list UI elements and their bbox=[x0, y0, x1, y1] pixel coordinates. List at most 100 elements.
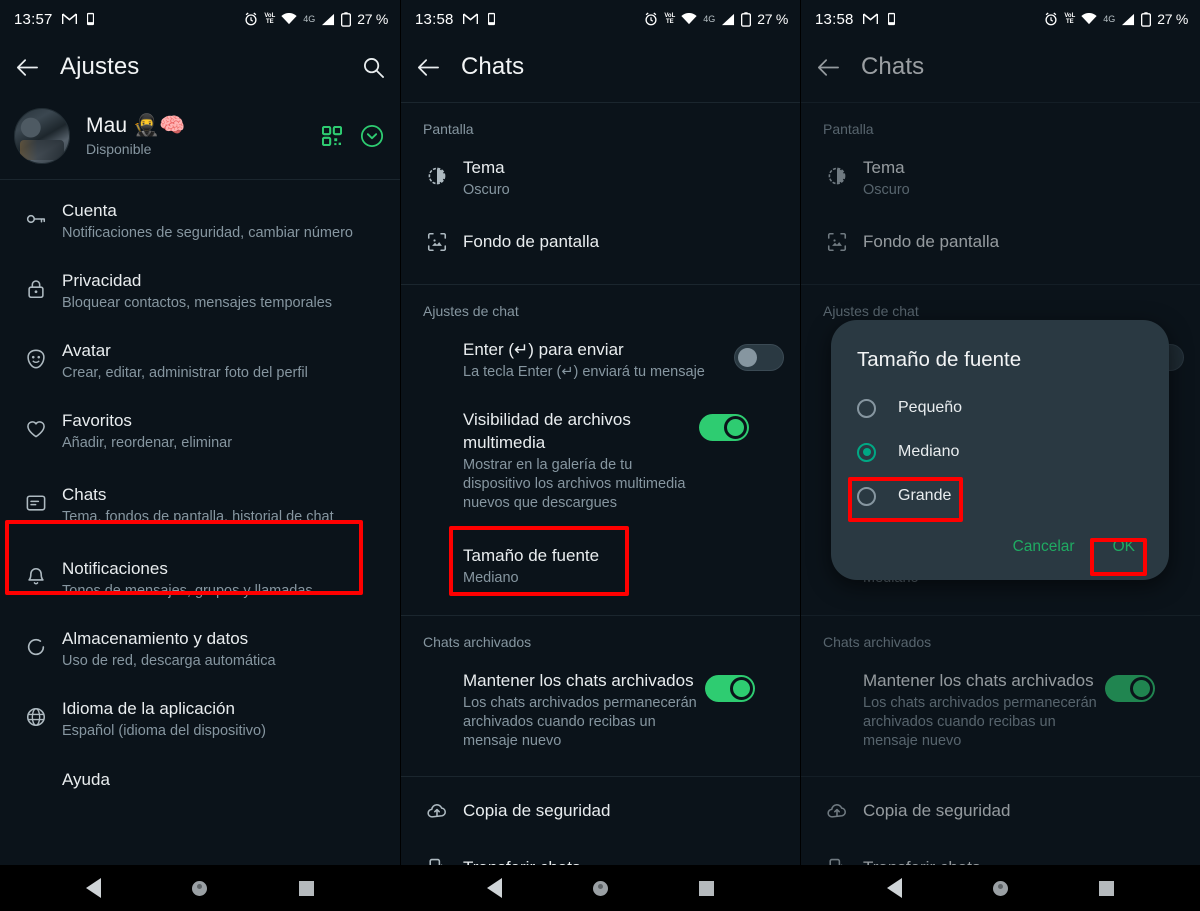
wifi-icon bbox=[1081, 13, 1097, 25]
status-bar-panel2: 13:58 VoL TE 4G 27 % bbox=[401, 0, 800, 38]
globe-icon bbox=[14, 697, 58, 728]
back-arrow-icon[interactable] bbox=[417, 58, 439, 77]
battery-percent: 27 % bbox=[757, 11, 788, 27]
home-nav-button[interactable] bbox=[992, 880, 1008, 896]
item-subtitle: Notificaciones de seguridad, cambiar núm… bbox=[62, 225, 353, 241]
item-title: Notificaciones bbox=[62, 559, 168, 578]
item-title: Chats bbox=[62, 485, 107, 504]
item-subtitle: Mediano bbox=[463, 570, 519, 586]
back-nav-button[interactable] bbox=[486, 878, 502, 898]
item-subtitle: Español (idioma del dispositivo) bbox=[62, 723, 266, 739]
section-header-pantalla: Pantalla bbox=[423, 121, 474, 137]
vibrate-icon bbox=[485, 12, 498, 26]
chats-item-tema[interactable]: Tema Oscuro bbox=[801, 143, 1200, 213]
back-arrow-icon[interactable] bbox=[817, 58, 839, 77]
chevron-down-circle-icon[interactable] bbox=[360, 124, 384, 148]
settings-item-almacenamiento[interactable]: Almacenamiento y datos Uso de red, desca… bbox=[0, 614, 400, 684]
gmail-icon bbox=[462, 13, 478, 25]
chats-item-tema[interactable]: Tema Oscuro bbox=[401, 143, 800, 213]
key-icon bbox=[14, 199, 58, 230]
settings-item-privacidad[interactable]: Privacidad Bloquear contactos, mensajes … bbox=[0, 256, 400, 326]
panel-chats-dialog: 13:58 VoL TE 4G 27 % Chats Pantalla Tema… bbox=[800, 0, 1200, 911]
android-navbar bbox=[401, 865, 800, 911]
chats-item-fondo[interactable]: Fondo de pantalla bbox=[401, 213, 800, 270]
recents-nav-button[interactable] bbox=[299, 880, 315, 896]
item-subtitle: Los chats archivados permanecerán archiv… bbox=[863, 695, 1097, 749]
wifi-icon bbox=[281, 13, 297, 25]
search-icon[interactable] bbox=[363, 57, 384, 78]
settings-item-notificaciones[interactable]: Notificaciones Tonos de mensajes, grupos… bbox=[0, 544, 400, 614]
volte-icon: VoL TE bbox=[664, 13, 676, 25]
theme-icon bbox=[415, 156, 459, 187]
three-panel-screenshot: 13:57 VoL TE 4G 27 % Ajustes Mau 🥷🧠 Disp… bbox=[0, 0, 1200, 911]
settings-item-cuenta[interactable]: Cuenta Notificaciones de seguridad, camb… bbox=[0, 186, 400, 256]
status-bar-panel3: 13:58 VoL TE 4G 27 % bbox=[801, 0, 1200, 38]
section-header-ajustes-chat: Ajustes de chat bbox=[423, 303, 519, 319]
item-title: Tamaño de fuente bbox=[463, 546, 600, 565]
media-visibility-toggle[interactable] bbox=[699, 408, 749, 446]
item-subtitle: Oscuro bbox=[463, 182, 510, 198]
appbar-chats: Chats bbox=[401, 38, 800, 96]
keep-archived-toggle[interactable] bbox=[705, 669, 755, 707]
item-subtitle: Tonos de mensajes, grupos y llamadas bbox=[62, 583, 313, 599]
settings-item-idioma[interactable]: Idioma de la aplicación Español (idioma … bbox=[0, 684, 400, 754]
item-title: Copia de seguridad bbox=[863, 801, 1011, 820]
item-title: Fondo de pantalla bbox=[863, 232, 1000, 251]
chats-item-mantener-archivados[interactable]: Mantener los chats archivados Los chats … bbox=[801, 656, 1200, 764]
gmail-icon bbox=[862, 13, 878, 25]
item-title: Idioma de la aplicación bbox=[62, 699, 235, 718]
back-nav-button[interactable] bbox=[886, 878, 902, 898]
item-title: Mantener los chats archivados bbox=[863, 671, 1094, 690]
chats-item-visibilidad-multimedia[interactable]: Visibilidad de archivos multimedia Mostr… bbox=[401, 395, 800, 526]
item-subtitle: Uso de red, descarga automática bbox=[62, 653, 276, 669]
recents-nav-button[interactable] bbox=[699, 880, 715, 896]
chats-item-enter-enviar[interactable]: Enter (↵) para enviar La tecla Enter (↵)… bbox=[401, 325, 800, 395]
keep-archived-toggle[interactable] bbox=[1105, 669, 1155, 707]
chats-item-copia-seguridad[interactable]: Copia de seguridad bbox=[401, 777, 800, 839]
home-nav-button[interactable] bbox=[592, 880, 608, 896]
ok-button[interactable]: OK bbox=[1101, 532, 1147, 562]
recents-nav-button[interactable] bbox=[1099, 880, 1115, 896]
android-navbar bbox=[0, 865, 400, 911]
settings-item-ayuda[interactable]: Ayuda bbox=[0, 754, 400, 804]
dialog-option-pequeno[interactable]: Pequeño bbox=[831, 386, 1169, 430]
qr-code-icon[interactable] bbox=[322, 125, 342, 146]
radio-selected-icon[interactable] bbox=[857, 442, 876, 462]
status-time: 13:58 bbox=[815, 10, 854, 28]
wifi-icon bbox=[681, 13, 697, 25]
option-label: Pequeño bbox=[898, 399, 963, 416]
back-nav-button[interactable] bbox=[85, 878, 101, 898]
home-nav-button[interactable] bbox=[192, 880, 208, 896]
status-time: 13:58 bbox=[415, 10, 454, 28]
section-header-chats-archivados: Chats archivados bbox=[823, 634, 932, 650]
item-title: Privacidad bbox=[62, 271, 142, 290]
chats-item-mantener-archivados[interactable]: Mantener los chats archivados Los chats … bbox=[401, 656, 800, 764]
dialog-option-mediano[interactable]: Mediano bbox=[831, 430, 1169, 474]
item-subtitle: Mostrar en la galería de tu dispositivo … bbox=[463, 457, 686, 511]
data-type-label: 4G bbox=[1103, 14, 1116, 24]
alarm-icon bbox=[644, 12, 658, 26]
backup-icon bbox=[415, 800, 459, 822]
enter-to-send-toggle[interactable] bbox=[734, 338, 784, 376]
item-subtitle: Oscuro bbox=[863, 182, 910, 198]
volte-icon: VoL TE bbox=[264, 13, 276, 25]
status-bar-panel1: 13:57 VoL TE 4G 27 % bbox=[0, 0, 400, 38]
status-time: 13:57 bbox=[14, 10, 53, 28]
settings-item-avatar[interactable]: Avatar Crear, editar, administrar foto d… bbox=[0, 326, 400, 396]
item-title: Fondo de pantalla bbox=[463, 232, 600, 251]
settings-item-favoritos[interactable]: Favoritos Añadir, reordenar, eliminar bbox=[0, 396, 400, 466]
settings-item-chats[interactable]: Chats Tema, fondos de pantalla, historia… bbox=[0, 466, 400, 544]
avatar[interactable] bbox=[14, 107, 70, 164]
chats-item-copia-seguridad[interactable]: Copia de seguridad bbox=[801, 777, 1200, 839]
radio-icon[interactable] bbox=[857, 486, 876, 506]
cancel-button[interactable]: Cancelar bbox=[1001, 532, 1087, 562]
item-subtitle: Añadir, reordenar, eliminar bbox=[62, 435, 233, 451]
section-header-pantalla: Pantalla bbox=[823, 121, 874, 137]
chats-item-fondo[interactable]: Fondo de pantalla bbox=[801, 213, 1200, 270]
dialog-option-grande[interactable]: Grande bbox=[831, 474, 1169, 518]
page-title: Ajustes bbox=[60, 53, 140, 80]
chats-item-tamano-fuente[interactable]: Tamaño de fuente Mediano bbox=[401, 526, 800, 601]
profile-row[interactable]: Mau 🥷🧠 Disponible bbox=[0, 96, 400, 180]
back-arrow-icon[interactable] bbox=[16, 58, 38, 77]
radio-icon[interactable] bbox=[857, 398, 876, 418]
